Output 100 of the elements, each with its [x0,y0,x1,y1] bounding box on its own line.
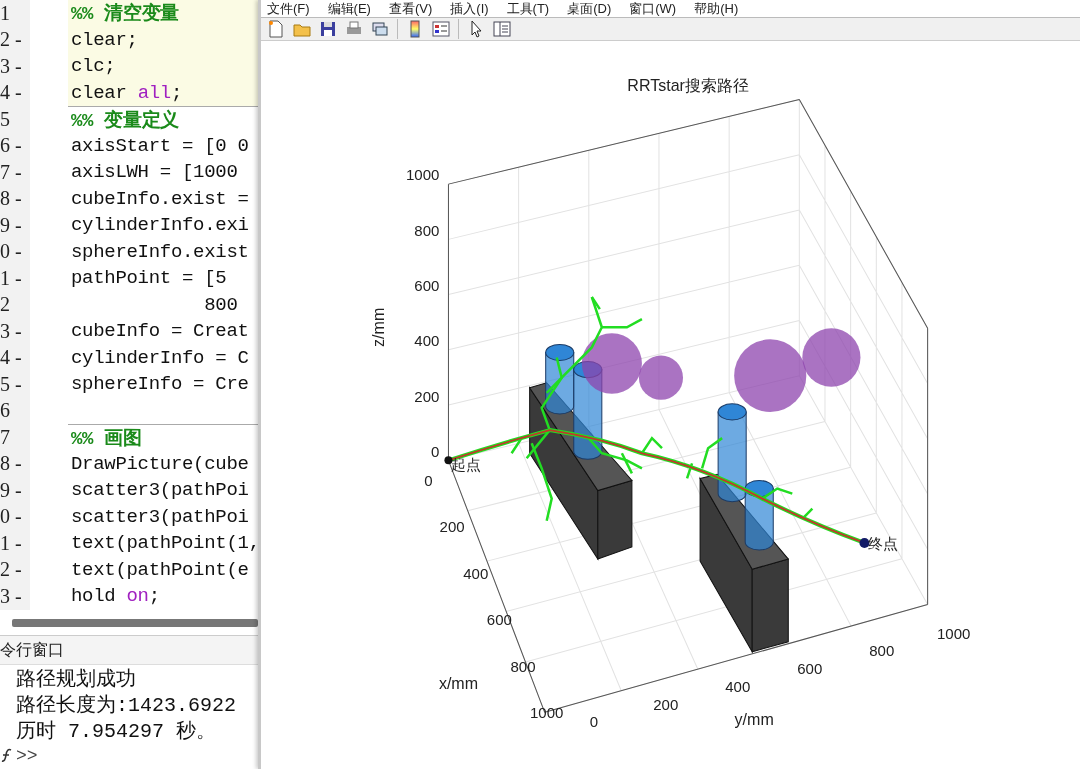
line-number: 7 [0,424,30,451]
tree-branch [685,462,694,479]
line-number: 5 - [0,371,30,398]
legend-icon [431,19,451,39]
code-line: cubeInfo = Creat [71,320,249,343]
tick-label: 1000 [406,166,440,184]
tick-label: 0 [424,471,433,489]
end-marker [859,537,870,548]
code-line: text(pathPoint(e [71,558,249,581]
output-line: 路径规划成功 [16,666,137,691]
menu-item[interactable]: 工具(T) [506,0,550,18]
end-label: 终点 [868,535,899,553]
axis-label: x/mm [438,674,479,693]
code-line: axisStart = [0 0 [71,134,249,157]
code-line: cylinderInfo.exi [71,214,249,237]
code-line: DrawPicture(cube [71,452,249,475]
start-label: 起点 [451,456,482,474]
line-number: 4 - [0,344,30,371]
menu-item[interactable]: 编辑(E) [327,0,371,18]
tick-label: 200 [439,518,465,536]
code-line: sphereInfo = Cre [71,373,249,396]
line-number: 4 - [0,79,30,106]
code-line: axisLWH = [1000 [71,161,238,184]
panel-title: 令行窗口 [0,639,64,660]
code-line: 800 [203,293,238,316]
code-line: cylinderInfo = C [71,346,249,369]
code-line: text(pathPoint(1, [71,532,260,555]
line-number: 3 - [0,318,30,345]
windows-icon [370,19,390,39]
save-icon [318,19,338,39]
menu-item[interactable]: 窗口(W) [629,0,677,18]
tick-label: 800 [510,657,536,675]
sphere [638,355,684,400]
menu-item[interactable]: 插入(I) [450,0,489,18]
new-file-icon [266,19,286,39]
tick-label: 400 [463,564,489,582]
cylinder [744,479,774,551]
line-number: 6 [0,397,30,424]
code-line: clc; [71,55,116,78]
code-line: pathPoint = [5 [71,267,227,290]
tree-branch [761,487,793,500]
line-number: 7 - [0,159,30,186]
line-number: 6 - [0,132,30,159]
line-number: 8 - [0,185,30,212]
code-line: scatter3(pathPoi [71,505,249,528]
line-number: 1 [0,0,30,27]
line-number: 2 [0,291,30,318]
line-number: 0 - [0,238,30,265]
tick-label: 800 [869,642,895,660]
line-number: 5 [0,106,30,133]
code-line: clear; [71,28,138,51]
output-line: 历时 7.954297 秒。 [16,718,218,743]
menu-item[interactable]: 文件(F) [267,0,310,18]
plot-title: RRTstar搜索路径 [627,76,749,95]
code-line: hold on; [71,585,160,608]
tree-branch [700,437,723,469]
line-number: 1 - [0,530,30,557]
axis-label: y/mm [734,710,774,729]
toolbar-button[interactable] [430,18,452,40]
tick-label: 400 [725,677,751,695]
tick-label: 600 [797,660,823,678]
line-number: 8 - [0,450,30,477]
tick-label: 0 [589,713,598,731]
code-line: %% 清空变量 [71,1,180,27]
line-number: 9 - [0,212,30,239]
line-number: 9 - [0,477,30,504]
tick-label: 400 [414,332,440,350]
sphere [581,333,642,394]
output-line: 路径长度为:1423.6922 [16,692,238,717]
code-line: %% 画图 [71,426,142,451]
command-prompt[interactable]: >> [16,746,38,766]
line-number: 0 - [0,503,30,530]
code-line: sphereInfo.exist [71,240,249,263]
function-icon[interactable] [0,747,14,765]
tree-branch [801,507,814,520]
line-number: 3 - [0,583,30,610]
code-line: cubeInfo.exist = [71,187,249,210]
menu-item[interactable]: 查看(V) [388,0,433,18]
code-line: %% 变量定义 [71,108,180,133]
tick-label: 600 [486,611,512,629]
tick-label: 200 [653,695,679,713]
panel-icon [492,19,512,39]
tick-label: 600 [414,276,440,294]
axis-label: z/mm [369,307,388,347]
line-number: 1 - [0,265,30,292]
menu-item[interactable]: 桌面(D) [567,0,612,18]
tick-label: 200 [414,387,440,405]
tick-label: 1000 [937,624,971,642]
tick-label: 800 [414,221,440,239]
line-number: 2 - [0,26,30,53]
scrollbar[interactable] [12,619,258,628]
code-line: clear all; [71,81,183,104]
sphere [802,328,861,387]
line-number: 3 - [0,53,30,80]
tick-label: 0 [431,443,440,461]
menu-item[interactable]: 帮助(H) [694,0,739,18]
code-line: scatter3(pathPoi [71,479,249,502]
start-marker [444,456,453,465]
line-number: 2 - [0,556,30,583]
tick-label: 1000 [530,704,564,722]
